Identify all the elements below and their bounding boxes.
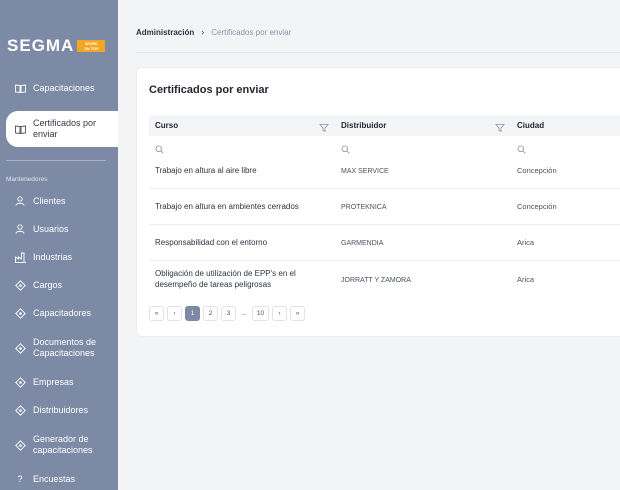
filter-icon[interactable]	[495, 120, 505, 133]
prev-page-button[interactable]: ‹	[167, 306, 182, 321]
sidebar-item-label: Encuestas	[33, 473, 76, 484]
table-header: Curso Distribuidor Ciudad	[149, 115, 620, 136]
cell-distribuidor: MAX SERVICE	[341, 168, 389, 175]
cell-curso: Obligación de utilización de EPP's en el…	[155, 269, 296, 289]
cell-distribuidor: PROTEKNICA	[341, 204, 387, 211]
user-icon	[14, 195, 26, 207]
cell-curso: Trabajo en altura al aire libre	[155, 166, 257, 175]
sidebar-item-documentos[interactable]: Documentos de Capacitaciones	[0, 335, 118, 361]
sidebar-item-clientes[interactable]: Clientes	[0, 194, 118, 208]
sidebar-item-cargos[interactable]: Cargos	[0, 278, 118, 292]
puzzle-icon	[14, 342, 26, 354]
sidebar-item-label: Clientes	[33, 195, 66, 206]
book-icon	[14, 123, 26, 135]
sidebar-item-label: Cargos	[33, 279, 63, 290]
pagination-ellipsis: ...	[241, 310, 247, 317]
sidebar-item-label: Documentos de Capacitaciones	[33, 337, 97, 358]
brand-name: SEGMA	[7, 36, 75, 55]
table-row[interactable]: Obligación de utilización de EPP's en el…	[149, 261, 620, 299]
next-page-button[interactable]: ›	[272, 306, 287, 321]
search-icon[interactable]	[155, 141, 164, 154]
puzzle-icon	[14, 279, 26, 291]
puzzle-icon	[14, 439, 26, 451]
sidebar-divider	[6, 160, 106, 161]
sidebar-item-label: Capacitadores	[33, 307, 92, 318]
sidebar-item-label: Generador de capacitaciones	[33, 434, 93, 455]
brand-badge-line2: ON TOP	[83, 46, 99, 51]
brand-badge: WORK ON TOP	[77, 40, 106, 52]
first-page-button[interactable]: «	[149, 306, 164, 321]
sidebar-item-capacitadores[interactable]: Capacitadores	[0, 306, 118, 320]
header-divider	[136, 52, 620, 53]
sidebar-item-capacitaciones[interactable]: Capacitaciones	[0, 81, 118, 95]
sidebar-item-label: Usuarios	[33, 223, 69, 234]
breadcrumb: Administración › Certificados por enviar	[136, 27, 291, 37]
cell-ciudad: Concepción	[517, 202, 557, 211]
book-icon	[14, 82, 26, 94]
table-filter-row	[149, 138, 620, 154]
chevron-right-icon: ›	[201, 27, 205, 37]
sidebar-item-encuestas[interactable]: ? Encuestas	[0, 472, 118, 486]
pagination: « ‹ 1 2 3 ... 10 › »	[149, 306, 308, 321]
card-title: Certificados por enviar	[149, 84, 269, 96]
sidebar-section-label: Mantenedores	[6, 176, 48, 183]
sidebar-item-label: Certificados por enviar	[33, 118, 97, 139]
last-page-button[interactable]: »	[290, 306, 305, 321]
sidebar-item-label: Capacitaciones	[33, 82, 95, 93]
cell-curso: Responsabilidad con el entorno	[155, 238, 268, 247]
column-header-distribuidor[interactable]: Distribuidor	[341, 121, 386, 130]
breadcrumb-root[interactable]: Administración	[136, 28, 194, 37]
cell-ciudad: Concepción	[517, 166, 557, 175]
sidebar-item-label: Distribuidores	[33, 404, 89, 415]
cell-ciudad: Arica	[517, 238, 535, 247]
puzzle-icon	[14, 376, 26, 388]
puzzle-icon	[14, 307, 26, 319]
table-row[interactable]: Responsabilidad con el entorno GARMENDIA…	[149, 225, 620, 261]
table-row[interactable]: Trabajo en altura en ambientes cerrados …	[149, 189, 620, 225]
certificados-card: Certificados por enviar Curso Distribuid…	[136, 67, 620, 337]
question-icon: ?	[17, 474, 23, 484]
main-content: Administración › Certificados por enviar…	[118, 0, 620, 490]
breadcrumb-current: Certificados por enviar	[211, 27, 292, 37]
sidebar-item-usuarios[interactable]: Usuarios	[0, 222, 118, 236]
search-icon[interactable]	[341, 141, 350, 154]
cell-curso: Trabajo en altura en ambientes cerrados	[155, 202, 299, 211]
sidebar-item-certificados[interactable]: Certificados por enviar	[6, 111, 118, 147]
column-header-curso[interactable]: Curso	[155, 121, 178, 130]
sidebar-item-label: Industrias	[33, 251, 73, 262]
page-button-1[interactable]: 1	[185, 306, 200, 321]
page-button-3[interactable]: 3	[221, 306, 236, 321]
puzzle-icon	[14, 404, 26, 416]
cell-distribuidor: GARMENDIA	[341, 240, 384, 247]
user-icon	[14, 223, 26, 235]
brand-logo[interactable]: SEGMA WORK ON TOP	[7, 36, 106, 56]
sidebar-item-generador[interactable]: Generador de capacitaciones	[0, 432, 118, 458]
sidebar: SEGMA WORK ON TOP Capacitaciones Certifi…	[0, 0, 118, 490]
filter-icon[interactable]	[319, 120, 329, 133]
sidebar-item-label: Empresas	[33, 376, 74, 387]
sidebar-item-distribuidores[interactable]: Distribuidores	[0, 403, 118, 417]
table-row[interactable]: Trabajo en altura al aire libre MAX SERV…	[149, 154, 620, 189]
page-button-10[interactable]: 10	[252, 306, 269, 321]
sidebar-item-empresas[interactable]: Empresas	[0, 375, 118, 389]
page-button-2[interactable]: 2	[203, 306, 218, 321]
search-icon[interactable]	[517, 141, 526, 154]
sidebar-item-industrias[interactable]: Industrias	[0, 250, 118, 264]
column-header-ciudad[interactable]: Ciudad	[517, 121, 544, 130]
cell-ciudad: Arica	[517, 275, 535, 284]
cell-distribuidor: JORRATT Y ZAMORA	[341, 277, 411, 284]
factory-icon	[14, 251, 26, 263]
